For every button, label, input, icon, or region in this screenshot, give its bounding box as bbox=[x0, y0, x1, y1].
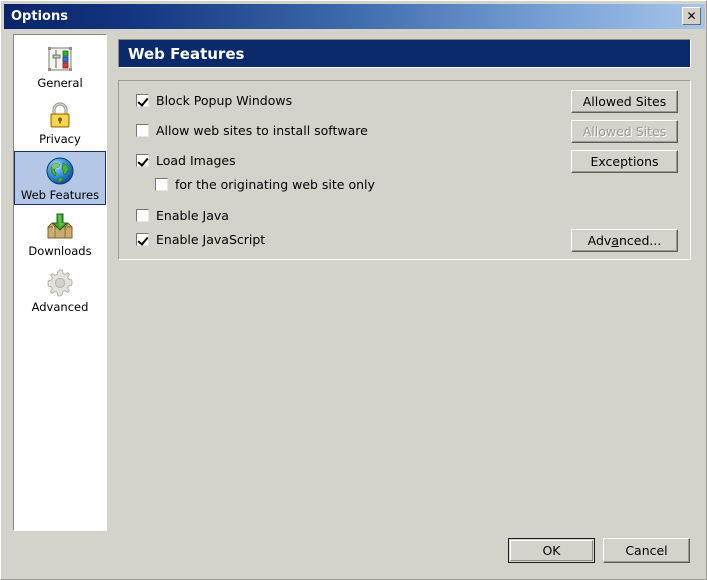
checkbox-enable-javascript[interactable]: Enable JavaScript bbox=[136, 232, 265, 247]
checkbox-indicator[interactable] bbox=[136, 94, 149, 107]
lock-icon bbox=[44, 99, 76, 131]
checkbox-label: Block Popup Windows bbox=[156, 93, 293, 108]
button-label: Allowed Sites bbox=[582, 94, 667, 109]
sidebar-item-label: Privacy bbox=[39, 132, 81, 146]
checkbox-allow-install-software[interactable]: Allow web sites to install software bbox=[136, 123, 368, 138]
button-label: Allowed Sites bbox=[582, 124, 667, 139]
checkbox-load-images[interactable]: Load Images bbox=[136, 153, 236, 168]
checkbox-label: Allow web sites to install software bbox=[156, 123, 368, 138]
download-box-icon bbox=[44, 211, 76, 243]
checkbox-enable-java[interactable]: Enable Java bbox=[136, 208, 229, 223]
web-features-groupbox: Block Popup Windows Allow web sites to i… bbox=[118, 80, 691, 260]
sidebar-item-label: Advanced bbox=[31, 300, 89, 314]
checkbox-originating-site-only[interactable]: for the originating web site only bbox=[155, 177, 375, 192]
ok-button[interactable]: OK bbox=[508, 538, 595, 563]
close-icon[interactable]: ✕ bbox=[682, 7, 701, 25]
button-label: OK bbox=[542, 543, 561, 558]
checkbox-label: Enable Java bbox=[156, 208, 229, 223]
checkbox-indicator[interactable] bbox=[155, 178, 168, 191]
allowed-sites-install-button: Allowed Sites bbox=[571, 120, 678, 143]
options-dialog-window: Options ✕ General Privacy Web Features D… bbox=[0, 0, 707, 580]
window-title: Options bbox=[11, 9, 68, 24]
sidebar-item-label: Downloads bbox=[28, 244, 92, 258]
gear-icon bbox=[44, 267, 76, 299]
checkbox-indicator[interactable] bbox=[136, 124, 149, 137]
category-sidebar[interactable]: General Privacy Web Features Downloads A… bbox=[13, 34, 107, 531]
sidebar-item-web-features[interactable]: Web Features bbox=[14, 151, 106, 205]
checkbox-label: for the originating web site only bbox=[175, 177, 375, 192]
checkbox-block-popup-windows[interactable]: Block Popup Windows bbox=[136, 93, 292, 108]
checkbox-indicator[interactable] bbox=[136, 209, 149, 222]
sidebar-item-general[interactable]: General bbox=[14, 39, 106, 93]
checkbox-label: Enable JavaScript bbox=[156, 232, 266, 247]
sidebar-item-privacy[interactable]: Privacy bbox=[14, 95, 106, 149]
sidebar-item-label: General bbox=[37, 76, 83, 90]
sidebar-item-downloads[interactable]: Downloads bbox=[14, 207, 106, 261]
checkbox-indicator[interactable] bbox=[136, 233, 149, 246]
button-label: Advanced... bbox=[587, 233, 662, 248]
button-label: Cancel bbox=[625, 543, 668, 558]
sliders-icon bbox=[44, 43, 76, 75]
allowed-sites-popup-button[interactable]: Allowed Sites bbox=[571, 90, 678, 113]
exceptions-button[interactable]: Exceptions bbox=[571, 150, 678, 173]
title-bar[interactable]: Options ✕ bbox=[4, 4, 705, 29]
checkbox-label: Load Images bbox=[156, 153, 236, 168]
page-title: Web Features bbox=[128, 44, 245, 63]
button-label: Exceptions bbox=[590, 154, 659, 169]
panel-header: Web Features bbox=[118, 39, 691, 68]
cancel-button[interactable]: Cancel bbox=[603, 538, 690, 563]
checkbox-indicator[interactable] bbox=[136, 154, 149, 167]
sidebar-item-advanced[interactable]: Advanced bbox=[14, 263, 106, 317]
advanced-button[interactable]: Advanced... bbox=[571, 229, 678, 252]
globe-icon bbox=[44, 155, 76, 187]
sidebar-item-label: Web Features bbox=[20, 188, 100, 202]
